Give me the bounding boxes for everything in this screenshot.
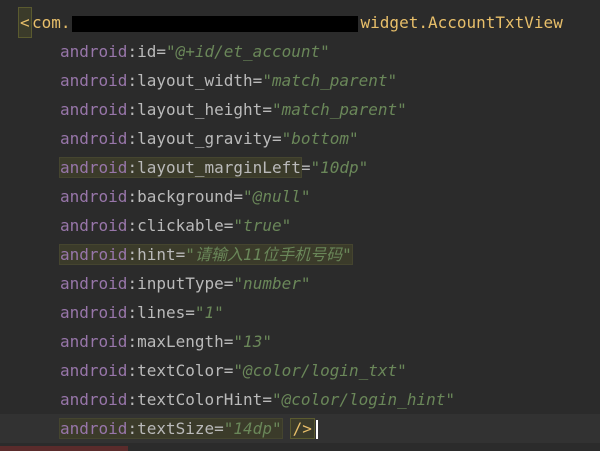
attr-value: "10dp" — [310, 158, 369, 177]
attr-value: "请输入11位手机号码" — [185, 245, 352, 264]
attr-line-hint[interactable]: android:hint="请输入11位手机号码" — [0, 240, 600, 269]
text-cursor — [315, 420, 318, 439]
tag-line[interactable]: < com. widget.AccountTxtView — [0, 7, 600, 38]
attr-namespace: android — [60, 158, 128, 177]
attr-line-text-color-hint[interactable]: android:textColorHint="@color/login_hint… — [0, 385, 600, 414]
attr-value: "@+id/et_account" — [165, 42, 330, 61]
attr-name: textColorHint — [137, 390, 263, 409]
attr-line-layout-gravity[interactable]: android:layout_gravity="bottom" — [0, 124, 600, 153]
attr-line-text-size[interactable]: android:textSize="14dp"/> — [0, 414, 600, 443]
attr-value: "@color/login_hint" — [271, 390, 455, 409]
attr-value: "number" — [233, 274, 311, 293]
attr-line-id[interactable]: android:id="@+id/et_account" — [0, 37, 600, 66]
attr-value: "1" — [194, 303, 224, 322]
open-angle-bracket: < — [18, 7, 32, 38]
attr-name: background — [137, 187, 234, 206]
attr-namespace: android — [60, 100, 128, 119]
attr-namespace: android — [60, 303, 128, 322]
attr-line-input-type[interactable]: android:inputType="number" — [0, 269, 600, 298]
attr-namespace: android — [60, 129, 128, 148]
attr-value: "@null" — [243, 187, 311, 206]
attr-namespace: android — [60, 245, 128, 264]
attr-value: "match_parent" — [271, 100, 407, 119]
attr-namespace: android — [60, 274, 128, 293]
attr-name: layout_gravity — [137, 129, 272, 148]
attr-namespace: android — [60, 216, 128, 235]
attr-line-layout-width[interactable]: android:layout_width="match_parent" — [0, 66, 600, 95]
attr-name: maxLength — [137, 332, 224, 351]
attr-line-lines[interactable]: android:lines="1" — [0, 298, 600, 327]
self-closing-tag: /> — [289, 418, 315, 439]
attr-line-layout-margin-left[interactable]: android:layout_marginLeft="10dp" — [0, 153, 600, 182]
scrollbar-marker — [0, 446, 128, 451]
attr-name: id — [137, 42, 157, 61]
attr-namespace: android — [60, 42, 128, 61]
attr-value: "@color/login_txt" — [233, 361, 407, 380]
attr-namespace: android — [60, 390, 128, 409]
tag-suffix: widget.AccountTxtView — [360, 13, 563, 32]
attr-namespace: android — [60, 71, 128, 90]
attr-line-clickable[interactable]: android:clickable="true" — [0, 211, 600, 240]
attr-value: "13" — [233, 332, 272, 351]
attr-namespace: android — [60, 419, 128, 438]
attr-value: "bottom" — [281, 129, 359, 148]
redacted-package-name — [71, 15, 358, 32]
attr-namespace: android — [60, 187, 128, 206]
attr-name: layout_height — [137, 100, 263, 119]
attr-name: clickable — [137, 216, 224, 235]
attr-line-text-color[interactable]: android:textColor="@color/login_txt" — [0, 356, 600, 385]
attr-value: "true" — [233, 216, 292, 235]
code-editor[interactable]: < com. widget.AccountTxtView android:id="… — [0, 0, 600, 451]
attr-name: hint — [137, 245, 176, 264]
attr-namespace: android — [60, 361, 128, 380]
tag-prefix: com. — [32, 13, 71, 32]
attr-name: lines — [137, 303, 186, 322]
attr-name: textColor — [137, 361, 224, 380]
attr-name: inputType — [137, 274, 224, 293]
attr-line-background[interactable]: android:background="@null" — [0, 182, 600, 211]
attr-line-max-length[interactable]: android:maxLength="13" — [0, 327, 600, 356]
attr-name: layout_marginLeft — [137, 158, 301, 177]
attr-line-layout-height[interactable]: android:layout_height="match_parent" — [0, 95, 600, 124]
attr-name: layout_width — [137, 71, 253, 90]
attr-namespace: android — [60, 332, 128, 351]
attr-name: textSize — [137, 419, 215, 438]
attr-value: "match_parent" — [262, 71, 398, 90]
attr-value: "14dp" — [223, 419, 282, 438]
